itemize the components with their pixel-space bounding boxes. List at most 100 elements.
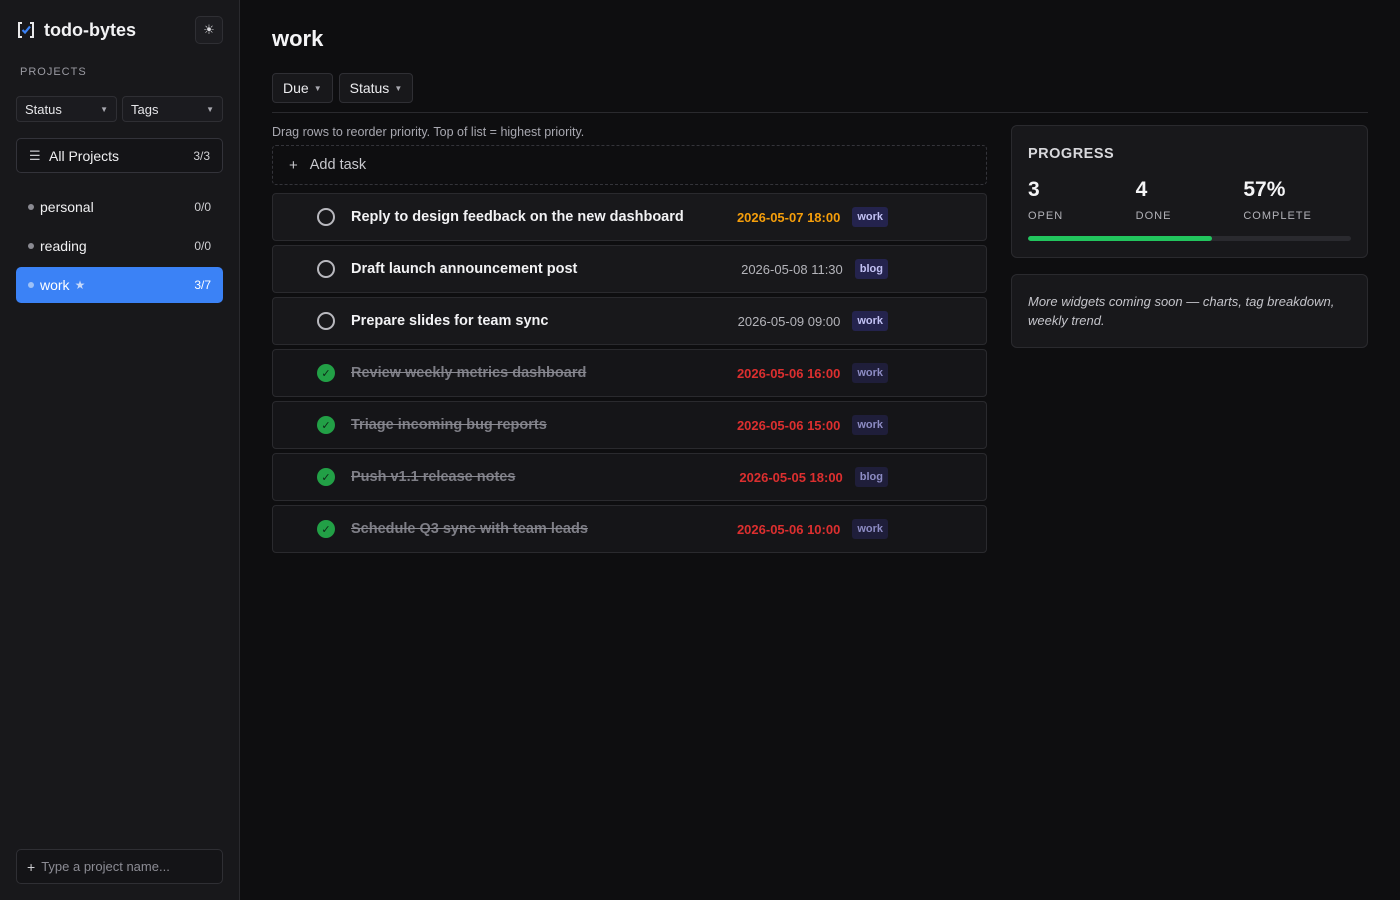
project-count: 0/0	[194, 200, 211, 214]
task-title: Draft launch announcement post	[351, 261, 578, 277]
project-count: 3/7	[194, 278, 211, 292]
project-name: personal	[40, 199, 94, 215]
task-title: Push v1.1 release notes	[351, 469, 516, 485]
task-title: Schedule Q3 sync with team leads	[351, 521, 588, 537]
task-meta: 2026-05-08 11:30 blog	[741, 259, 888, 279]
complete-label: COMPLETE	[1243, 210, 1312, 222]
task-row[interactable]: ✓ Push v1.1 release notes 2026-05-05 18:…	[272, 453, 987, 501]
project-dot-icon	[28, 243, 34, 249]
menu-icon: ☰	[29, 147, 41, 163]
project-count: 0/0	[194, 239, 211, 253]
checked-circle-icon[interactable]: ✓	[317, 520, 335, 538]
task-due: 2026-05-05 18:00	[739, 469, 843, 485]
complete-stat: 57% COMPLETE	[1243, 178, 1351, 222]
task-tag[interactable]: work	[852, 415, 888, 435]
task-tag[interactable]: work	[852, 311, 888, 331]
plus-icon: +	[27, 858, 36, 875]
task-title: Review weekly metrics dashboard	[351, 365, 587, 381]
project-list: personal 0/0 reading 0/0 work ★ 3/7	[16, 189, 223, 303]
task-due: 2026-05-06 16:00	[736, 365, 841, 381]
project-name: work	[40, 277, 70, 293]
sidebar-item-work[interactable]: work ★ 3/7	[16, 267, 223, 303]
checkbox-logo-icon	[16, 20, 36, 40]
checked-circle-icon[interactable]: ✓	[317, 416, 335, 434]
unchecked-circle-icon[interactable]	[317, 260, 335, 278]
sun-icon: ☀	[203, 22, 215, 37]
task-title: Triage incoming bug reports	[351, 417, 547, 433]
coming-soon-text: More widgets coming soon — charts, tag b…	[1028, 294, 1335, 328]
unchecked-circle-icon[interactable]	[317, 208, 335, 226]
progress-bar-fill	[1028, 236, 1213, 241]
all-projects-label: All Projects	[49, 147, 120, 164]
projects-section-label: PROJECTS	[20, 66, 87, 78]
due-sort-label: Due	[283, 80, 309, 96]
sidebar-item-reading[interactable]: reading 0/0	[16, 228, 223, 264]
checked-circle-icon[interactable]: ✓	[317, 364, 335, 382]
tags-filter-select[interactable]: Tags ▼	[122, 96, 223, 122]
all-projects-button[interactable]: ☰ All Projects 3/3	[16, 138, 223, 173]
task-tag[interactable]: work	[852, 363, 888, 383]
task-due: 2026-05-07 18:00	[736, 209, 841, 225]
project-name: reading	[40, 238, 87, 254]
caret-down-icon: ▼	[100, 104, 108, 114]
project-dot-icon	[28, 204, 34, 210]
caret-down-icon: ▼	[313, 83, 322, 93]
page-title: work	[272, 26, 324, 51]
task-row[interactable]: Prepare slides for team sync 2026-05-09 …	[272, 297, 987, 345]
checked-circle-icon[interactable]: ✓	[317, 468, 335, 486]
reorder-hint: Drag rows to reorder priority. Top of li…	[272, 125, 585, 139]
task-row[interactable]: Draft launch announcement post 2026-05-0…	[272, 245, 987, 293]
task-due: 2026-05-08 11:30	[741, 261, 843, 277]
coming-soon-card: More widgets coming soon — charts, tag b…	[1011, 274, 1368, 348]
plus-icon: +	[289, 156, 298, 174]
task-due: 2026-05-09 09:00	[737, 313, 841, 329]
brand: todo-bytes ☀	[16, 16, 223, 44]
task-meta: 2026-05-09 09:00 work	[738, 311, 888, 331]
task-tag[interactable]: blog	[854, 467, 888, 487]
task-row[interactable]: Reply to design feedback on the new dash…	[272, 193, 987, 241]
status-filter-label: Status	[25, 101, 62, 117]
new-project-field: +	[16, 849, 223, 884]
task-tag[interactable]: work	[852, 519, 888, 539]
task-due: 2026-05-06 10:00	[736, 521, 841, 537]
star-icon[interactable]: ★	[75, 278, 86, 292]
main-panel: work Due ▼ Status ▼ Drag rows to reorder…	[240, 0, 1400, 900]
app-name: todo-bytes	[44, 19, 136, 40]
sidebar-item-personal[interactable]: personal 0/0	[16, 189, 223, 225]
done-count: 4	[1135, 178, 1148, 201]
task-meta: 2026-05-06 10:00 work	[737, 519, 888, 539]
task-meta: 2026-05-06 15:00 work	[737, 415, 888, 435]
task-tag[interactable]: blog	[854, 259, 888, 279]
toolbar: Due ▼ Status ▼	[272, 73, 1368, 113]
new-project-input[interactable]	[41, 859, 218, 874]
complete-percent: 57%	[1243, 178, 1286, 201]
task-meta: 2026-05-06 16:00 work	[737, 363, 888, 383]
done-stat: 4 DONE	[1136, 178, 1244, 222]
task-tag[interactable]: work	[852, 207, 888, 227]
task-row[interactable]: ✓ Schedule Q3 sync with team leads 2026-…	[272, 505, 987, 553]
status-sort-button[interactable]: Status ▼	[338, 73, 414, 103]
progress-bar	[1028, 236, 1351, 241]
project-dot-icon	[28, 282, 34, 288]
add-task-button[interactable]: + Add task	[272, 145, 987, 185]
status-filter-select[interactable]: Status ▼	[16, 96, 117, 122]
task-meta: 2026-05-07 18:00 work	[737, 207, 888, 227]
theme-toggle-button[interactable]: ☀	[195, 16, 223, 44]
sidebar: todo-bytes ☀ PROJECTS Status ▼ Tags ▼ ☰ …	[0, 0, 240, 900]
add-task-label: Add task	[309, 157, 367, 173]
caret-down-icon: ▼	[394, 83, 403, 93]
task-row[interactable]: ✓ Review weekly metrics dashboard 2026-0…	[272, 349, 987, 397]
open-count: 3	[1028, 178, 1040, 201]
task-row[interactable]: ✓ Triage incoming bug reports 2026-05-06…	[272, 401, 987, 449]
open-label: OPEN	[1028, 210, 1064, 222]
task-list: Drag rows to reorder priority. Top of li…	[272, 125, 987, 553]
content: Drag rows to reorder priority. Top of li…	[272, 125, 1368, 553]
task-title: Prepare slides for team sync	[351, 313, 549, 329]
progress-stats: 3 OPEN 4 DONE 57% COMPLETE	[1028, 178, 1351, 222]
due-sort-button[interactable]: Due ▼	[272, 73, 333, 103]
open-stat: 3 OPEN	[1028, 178, 1136, 222]
progress-card: PROGRESS 3 OPEN 4 DONE 57% COMPLETE	[1011, 125, 1368, 258]
sidebar-filters: Status ▼ Tags ▼	[16, 96, 223, 122]
unchecked-circle-icon[interactable]	[317, 312, 335, 330]
tags-filter-label: Tags	[131, 101, 159, 117]
